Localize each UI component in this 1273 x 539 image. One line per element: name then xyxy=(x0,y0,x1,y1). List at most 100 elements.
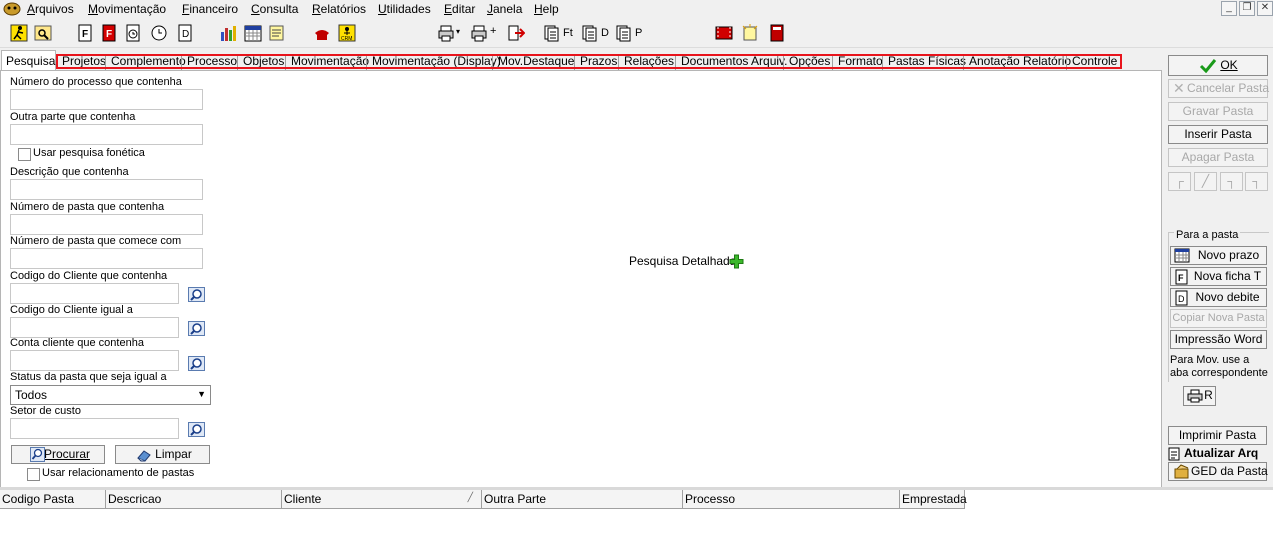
column-processo[interactable]: Processo xyxy=(683,490,900,509)
documents-p-icon[interactable] xyxy=(615,24,633,42)
imprimir-pasta-button[interactable]: Imprimir Pasta xyxy=(1168,426,1267,445)
lookup-icon[interactable] xyxy=(188,356,205,371)
prev-record-button[interactable]: ╱ xyxy=(1194,172,1217,191)
plus-icon: + xyxy=(490,25,497,37)
documents-ft-icon[interactable] xyxy=(543,24,561,42)
menu-janela[interactable]: Janela xyxy=(487,2,522,16)
atualizar-arq-label: Atualizar Arq xyxy=(1184,446,1259,460)
restore-button[interactable]: ❐ xyxy=(1239,1,1255,16)
close-button[interactable]: ✕ xyxy=(1257,1,1273,16)
file-f-icon[interactable]: F xyxy=(76,24,94,42)
status-label: Status da pasta que seja igual a xyxy=(10,371,167,383)
printer-icon[interactable] xyxy=(437,24,455,42)
menu-consulta[interactable]: Consulta xyxy=(251,2,298,16)
status-select[interactable]: Todos ▼ xyxy=(10,385,211,405)
outra-parte-input[interactable] xyxy=(10,124,203,145)
menu-relatorios[interactable]: Relatórios xyxy=(312,2,366,16)
menu-utilidades[interactable]: Utilidades xyxy=(378,2,431,16)
codigo-cliente-contenha-input[interactable] xyxy=(10,283,179,304)
copiar-nova-pasta-button[interactable]: Copiar Nova Pasta xyxy=(1170,309,1267,328)
novo-debite-label: Novo debite xyxy=(1195,290,1260,304)
documents-d-icon[interactable] xyxy=(581,24,599,42)
lookup-icon[interactable] xyxy=(188,422,205,437)
ged-da-pasta-button[interactable]: GED da Pasta xyxy=(1168,462,1268,481)
column-emprestada[interactable]: Emprestada xyxy=(900,490,967,509)
svg-text:CRM: CRM xyxy=(341,36,352,42)
column-descricao[interactable]: Descricao xyxy=(106,490,282,509)
codigo-cliente-igual-input[interactable] xyxy=(10,317,179,338)
setor-input[interactable] xyxy=(10,418,179,439)
column-outra-parte[interactable]: Outra Parte xyxy=(482,490,683,509)
app-logo-icon[interactable] xyxy=(3,1,21,16)
bar-chart-icon[interactable] xyxy=(219,24,237,42)
phone-icon[interactable] xyxy=(313,24,331,42)
minimize-button[interactable]: _ xyxy=(1221,1,1237,16)
menu-editar[interactable]: Editar xyxy=(444,2,475,16)
print-r-button[interactable]: R xyxy=(1183,386,1216,406)
menu-financeiro[interactable]: Financeiro xyxy=(182,2,238,16)
gravar-pasta-button[interactable]: Gravar Pasta xyxy=(1168,102,1268,121)
inserir-pasta-button[interactable]: Inserir Pasta xyxy=(1168,125,1268,144)
svg-text:F: F xyxy=(1178,273,1184,283)
conta-cliente-input[interactable] xyxy=(10,350,179,371)
last-icon: ┐ xyxy=(1252,174,1261,188)
relacionamento-checkbox[interactable] xyxy=(27,468,40,481)
file-f-icon: F xyxy=(1175,269,1188,285)
cancelar-pasta-button[interactable]: ✕ Cancelar Pasta xyxy=(1168,79,1269,98)
fonetica-label: Usar pesquisa fonética xyxy=(33,147,145,159)
running-man-icon[interactable] xyxy=(10,24,28,42)
menu-help[interactable]: Help xyxy=(534,2,559,16)
search-folder-icon[interactable] xyxy=(34,24,52,42)
menu-arquivos[interactable]: Arquivos xyxy=(27,2,74,16)
toolbar: F F D CRM ▾ + Ft D P xyxy=(0,18,1273,48)
fonetica-checkbox[interactable] xyxy=(18,148,31,161)
codigo-cliente-contenha-label: Codigo do Cliente que contenha xyxy=(10,270,168,282)
numero-processo-input[interactable] xyxy=(10,89,203,110)
novo-debite-button[interactable]: D Novo debite xyxy=(1170,288,1267,307)
next-record-button[interactable]: ┐ xyxy=(1220,172,1243,191)
atualizar-arq-button[interactable]: Atualizar Arq xyxy=(1168,446,1271,462)
impressao-word-button[interactable]: Impressão Word xyxy=(1170,330,1267,349)
printer-plus-icon[interactable] xyxy=(470,24,488,42)
tab-pesquisa[interactable]: Pesquisa xyxy=(1,50,56,72)
file-red-icon[interactable]: F xyxy=(100,24,118,42)
conta-cliente-label: Conta cliente que contenha xyxy=(10,337,144,349)
menu-movimentacao[interactable]: Movimentação xyxy=(88,2,166,16)
calendar-icon xyxy=(1174,248,1190,263)
pesquisa-detalhada-link[interactable]: Pesquisa Detalhada xyxy=(629,254,736,268)
light-notes-icon[interactable] xyxy=(741,24,759,42)
numero-pasta-comece-input[interactable] xyxy=(10,248,203,269)
novo-prazo-button[interactable]: Novo prazo xyxy=(1170,246,1267,265)
nova-ficha-button[interactable]: F Nova ficha T xyxy=(1170,267,1267,286)
sort-indicator-icon: ╱ xyxy=(467,492,473,502)
descricao-input[interactable] xyxy=(10,179,203,200)
numero-pasta-contenha-input[interactable] xyxy=(10,214,203,235)
dropdown-dot-icon: ▾ xyxy=(456,27,461,36)
eraser-icon xyxy=(137,450,151,462)
lookup-icon[interactable] xyxy=(188,287,205,302)
notes-icon[interactable] xyxy=(268,24,286,42)
ok-button[interactable]: OK xyxy=(1168,55,1268,76)
exit-icon[interactable] xyxy=(507,24,525,42)
toolbar-ft-label: Ft xyxy=(563,27,573,39)
crm-icon[interactable]: CRM xyxy=(338,24,356,42)
calculator-icon[interactable] xyxy=(768,24,786,42)
first-record-button[interactable]: ┌ xyxy=(1168,172,1191,191)
tabs-highlight-box xyxy=(56,54,1122,69)
lookup-icon[interactable] xyxy=(188,321,205,336)
plus-expand-icon[interactable] xyxy=(729,254,744,269)
film-icon[interactable] xyxy=(715,24,733,42)
document-icon[interactable]: D xyxy=(176,24,194,42)
doc-clock-icon[interactable] xyxy=(124,24,142,42)
procurar-button[interactable]: Procurar xyxy=(11,445,105,464)
clock-icon[interactable] xyxy=(150,24,168,42)
column-codigo-pasta[interactable]: Codigo Pasta xyxy=(0,490,106,509)
limpar-button[interactable]: Limpar xyxy=(115,445,210,464)
document-icon: D xyxy=(1175,290,1188,306)
calendar-icon[interactable] xyxy=(244,24,262,42)
last-record-button[interactable]: ┐ xyxy=(1245,172,1268,191)
column-cliente-label: Cliente xyxy=(284,492,322,506)
column-cliente[interactable]: Cliente ╱ xyxy=(282,490,482,509)
first-icon: ┌ xyxy=(1175,174,1184,188)
apagar-pasta-button[interactable]: Apagar Pasta xyxy=(1168,148,1268,167)
